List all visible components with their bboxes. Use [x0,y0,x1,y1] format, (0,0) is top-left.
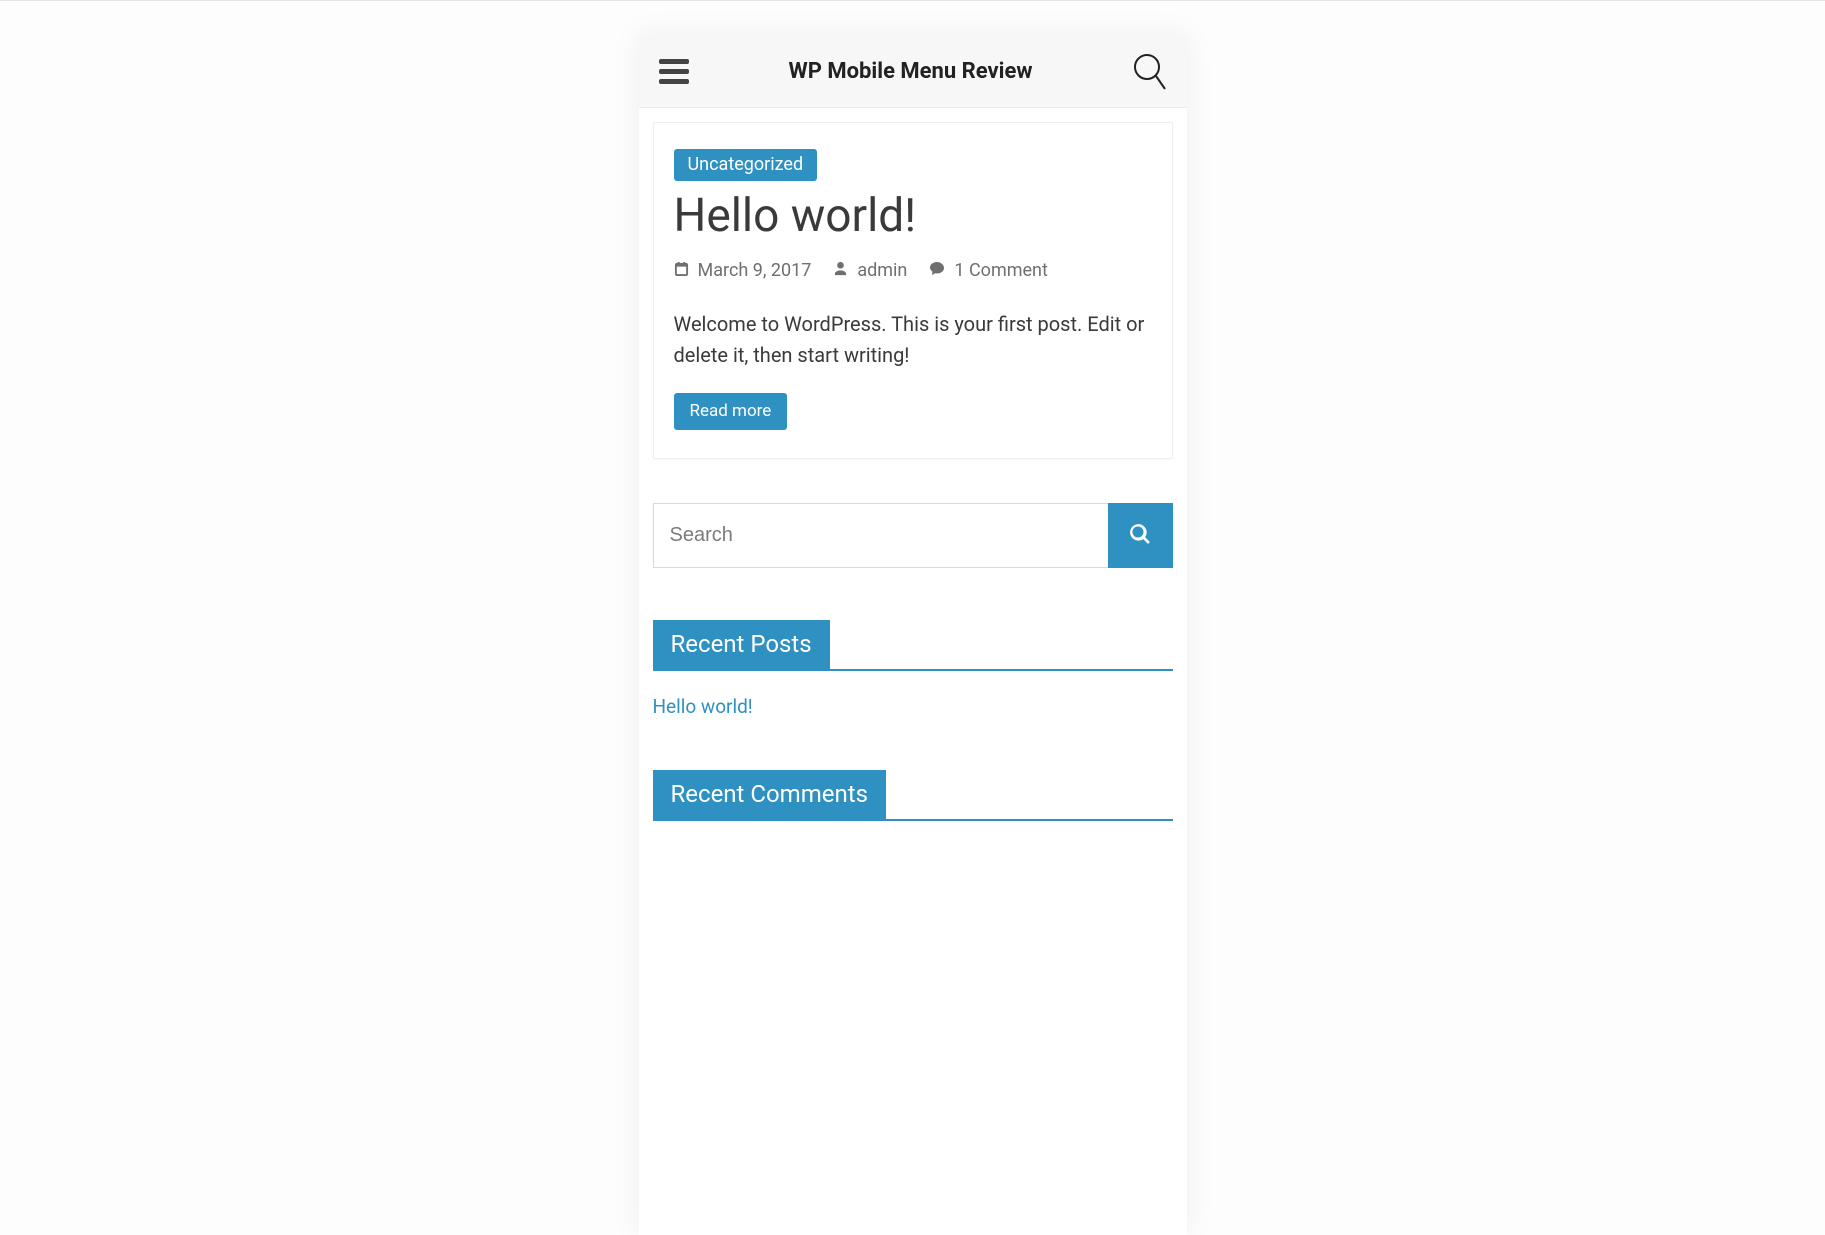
recent-posts-list: Hello world! [653,671,1173,718]
meta-date: March 9, 2017 [674,260,812,281]
recent-post-link[interactable]: Hello world! [653,695,753,718]
user-icon [833,260,848,281]
search-icon [1129,523,1151,548]
post-date-text: March 9, 2017 [698,260,812,281]
widget-title: Recent Comments [653,770,886,819]
post-author-text: admin [857,260,907,281]
search-form [653,503,1173,568]
read-more-button[interactable]: Read more [674,393,788,430]
widget-recent-comments: Recent Comments [653,770,1173,821]
comment-icon [929,260,945,281]
hamburger-icon[interactable] [659,59,689,84]
meta-comments[interactable]: 1 Comment [929,260,1048,281]
widget-recent-posts: Recent Posts Hello world! [653,620,1173,718]
post-comments-text: 1 Comment [954,260,1048,281]
search-icon[interactable] [1132,52,1166,90]
widget-title-bar: Recent Comments [653,770,1173,821]
widget-title-bar: Recent Posts [653,620,1173,671]
calendar-icon [674,260,689,281]
post-excerpt: Welcome to WordPress. This is your first… [674,309,1152,371]
post-title[interactable]: Hello world! [674,191,1152,242]
topbar: WP Mobile Menu Review [639,35,1187,108]
search-submit-button[interactable] [1108,503,1173,568]
widget-title: Recent Posts [653,620,830,669]
category-badge[interactable]: Uncategorized [674,149,818,181]
meta-author[interactable]: admin [833,260,907,281]
site-title[interactable]: WP Mobile Menu Review [788,59,1032,84]
mobile-preview-frame: WP Mobile Menu Review Uncategorized Hell… [639,35,1187,1235]
search-input[interactable] [653,503,1108,568]
post-card: Uncategorized Hello world! March 9, 2017… [653,122,1173,459]
post-meta: March 9, 2017 admin 1 Comment [674,260,1152,281]
list-item: Hello world! [653,695,1173,718]
